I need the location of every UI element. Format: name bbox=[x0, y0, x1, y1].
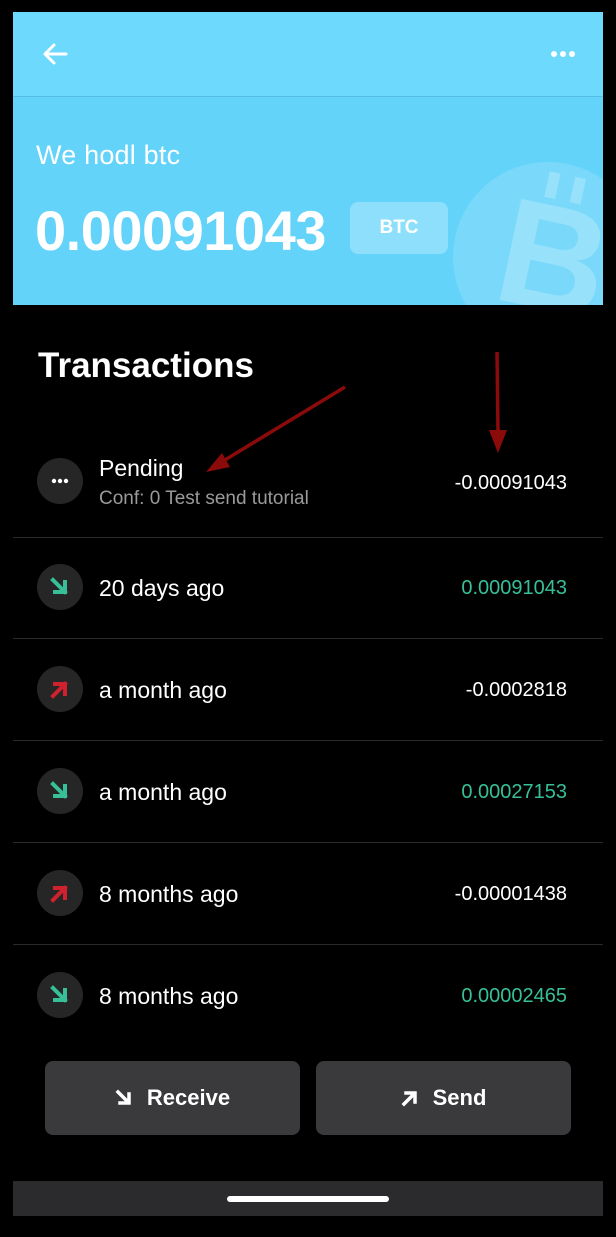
transaction-label: a month ago bbox=[99, 677, 227, 703]
transactions-heading: Transactions bbox=[38, 346, 254, 385]
transaction-row[interactable]: 8 months ago -0.00001438 bbox=[13, 843, 603, 945]
send-button-label: Send bbox=[432, 1085, 487, 1110]
transaction-row[interactable]: a month ago 0.00027153 bbox=[13, 741, 603, 843]
send-button[interactable]: Send bbox=[316, 1061, 571, 1135]
wallet-balance[interactable]: 0.00091043 bbox=[35, 198, 326, 263]
transaction-amount: 0.00091043 bbox=[461, 577, 567, 599]
back-arrow-icon bbox=[43, 43, 68, 65]
bitcoin-logo-icon: B bbox=[453, 162, 603, 305]
pending-status-badge bbox=[37, 458, 83, 504]
incoming-arrow-icon bbox=[50, 781, 68, 799]
receive-arrow-icon bbox=[115, 1089, 131, 1105]
transaction-row[interactable]: 20 days ago 0.00091043 bbox=[13, 537, 603, 639]
transaction-row-pending[interactable]: Pending Conf: 0 Test send tutorial -0.00… bbox=[13, 436, 603, 538]
transaction-memo: Conf: 0 Test send tutorial bbox=[99, 488, 309, 509]
transaction-row[interactable]: 8 months ago 0.00002465 bbox=[13, 945, 603, 1046]
app-bar bbox=[13, 12, 603, 97]
wallet-name: We hodl btc bbox=[36, 140, 181, 170]
more-options-button[interactable] bbox=[543, 36, 583, 72]
more-dots-icon bbox=[551, 51, 575, 57]
wallet-header-card: B We hodl btc 0.00091043 BTC bbox=[13, 12, 603, 305]
transaction-label: 8 months ago bbox=[99, 881, 239, 907]
system-navigation-bar bbox=[13, 1181, 603, 1216]
transaction-label: Pending bbox=[99, 455, 184, 481]
receive-button-label: Receive bbox=[146, 1085, 231, 1110]
transaction-label: 8 months ago bbox=[99, 983, 239, 1009]
unit-toggle-button[interactable]: BTC bbox=[350, 202, 448, 254]
pending-dots-icon bbox=[51, 478, 69, 484]
send-arrow-icon bbox=[401, 1091, 417, 1107]
wallet-screen: B We hodl btc 0.00091043 BTC Transaction… bbox=[0, 0, 616, 1237]
incoming-status-badge bbox=[37, 768, 83, 814]
transaction-amount: 0.00002465 bbox=[461, 985, 567, 1007]
transaction-amount: -0.0002818 bbox=[465, 679, 567, 701]
incoming-arrow-icon bbox=[50, 985, 68, 1003]
home-indicator[interactable] bbox=[227, 1196, 389, 1202]
transaction-label: a month ago bbox=[99, 779, 227, 805]
transaction-amount: -0.00001438 bbox=[454, 883, 567, 905]
outgoing-arrow-icon bbox=[50, 885, 68, 903]
incoming-status-badge bbox=[37, 564, 83, 610]
transaction-amount: -0.00091043 bbox=[454, 472, 567, 494]
incoming-status-badge bbox=[37, 972, 83, 1018]
back-button[interactable] bbox=[37, 36, 73, 72]
outgoing-status-badge bbox=[37, 870, 83, 916]
outgoing-status-badge bbox=[37, 666, 83, 712]
receive-button[interactable]: Receive bbox=[45, 1061, 300, 1135]
outgoing-arrow-icon bbox=[50, 681, 68, 699]
incoming-arrow-icon bbox=[50, 577, 68, 595]
transaction-label: 20 days ago bbox=[99, 575, 225, 601]
transaction-amount: 0.00027153 bbox=[461, 781, 567, 803]
transaction-row[interactable]: a month ago -0.0002818 bbox=[13, 639, 603, 741]
